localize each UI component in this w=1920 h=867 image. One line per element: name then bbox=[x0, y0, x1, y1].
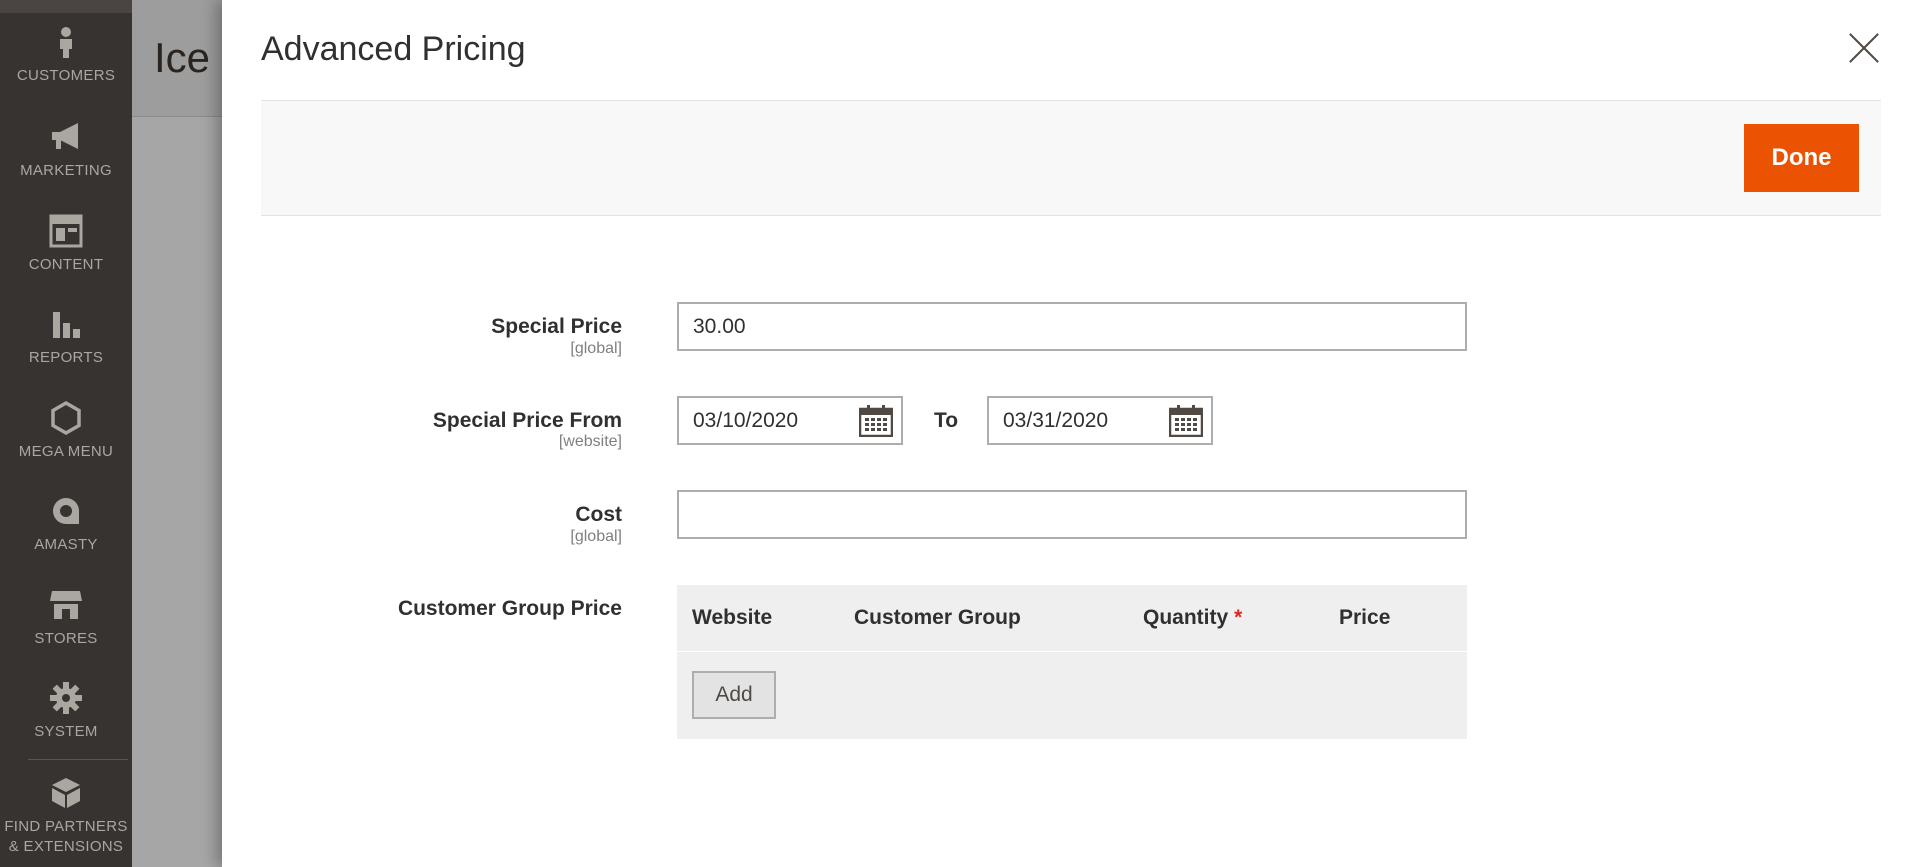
sidebar-item-reports[interactable]: REPORTS bbox=[0, 306, 132, 368]
column-header-customer-group: Customer Group bbox=[854, 606, 1021, 629]
customer-group-price-table: Website Customer Group Quantity * Price A… bbox=[677, 585, 1467, 739]
special-price-input[interactable] bbox=[677, 302, 1467, 351]
admin-sidebar: CUSTOMERS MARKETING CONTENT REPORTS MEGA… bbox=[0, 0, 132, 867]
modal-action-bar: Done bbox=[261, 100, 1881, 216]
sidebar-item-label: REPORTS bbox=[28, 349, 104, 366]
sidebar-item-customers[interactable]: CUSTOMERS bbox=[0, 24, 132, 86]
sidebar-item-stores[interactable]: STORES bbox=[0, 587, 132, 649]
special-price-from-scope: [website] bbox=[558, 433, 622, 450]
sidebar-divider bbox=[28, 759, 128, 760]
cost-label: Cost bbox=[575, 503, 622, 526]
special-price-from-date bbox=[677, 396, 903, 445]
sidebar-item-label: CONTENT bbox=[28, 256, 104, 273]
person-icon bbox=[60, 27, 72, 58]
cost-input[interactable] bbox=[677, 490, 1467, 539]
customer-group-price-label: Customer Group Price bbox=[397, 597, 622, 620]
gear-icon bbox=[50, 682, 82, 714]
calendar-icon[interactable] bbox=[1169, 405, 1203, 437]
special-price-scope: [global] bbox=[570, 340, 622, 357]
sidebar-item-find-partners[interactable]: FIND PARTNERS & EXTENSIONS bbox=[0, 775, 132, 857]
sidebar-item-label: CUSTOMERS bbox=[16, 67, 116, 84]
sidebar-item-system[interactable]: SYSTEM bbox=[0, 680, 132, 742]
advanced-pricing-modal: Advanced Pricing Done Special Price [glo… bbox=[222, 0, 1920, 867]
megaphone-icon bbox=[52, 123, 78, 149]
column-header-website: Website bbox=[692, 606, 773, 629]
required-marker: * bbox=[1234, 606, 1243, 629]
sidebar-item-marketing[interactable]: MARKETING bbox=[0, 119, 132, 181]
sidebar-item-label: MARKETING bbox=[20, 162, 112, 179]
sidebar-top-strip bbox=[0, 0, 132, 13]
layout-icon bbox=[49, 214, 83, 248]
done-button[interactable]: Done bbox=[1744, 124, 1859, 192]
date-to-label: To bbox=[934, 409, 959, 432]
special-price-from-input[interactable] bbox=[679, 398, 849, 443]
special-price-to-input[interactable] bbox=[989, 398, 1159, 443]
modal-overlay[interactable] bbox=[132, 0, 224, 867]
hexagon-icon bbox=[51, 400, 81, 436]
modal-title: Advanced Pricing bbox=[261, 30, 526, 68]
column-header-price: Price bbox=[1339, 606, 1391, 629]
special-price-from-label: Special Price From bbox=[432, 409, 622, 432]
storefront-icon bbox=[50, 591, 82, 619]
sidebar-item-label: MEGA MENU bbox=[18, 443, 114, 460]
special-price-to-date bbox=[987, 396, 1213, 445]
sidebar-item-label: STORES bbox=[34, 630, 98, 647]
bar-chart-icon bbox=[53, 312, 80, 338]
sidebar-item-mega-menu[interactable]: MEGA MENU bbox=[0, 400, 132, 462]
sidebar-item-amasty[interactable]: AMASTY bbox=[0, 493, 132, 555]
quantity-header-text: Quantity bbox=[1143, 606, 1229, 629]
sidebar-partners-line2: & EXTENSIONS bbox=[8, 838, 124, 855]
sidebar-partners-line1: FIND PARTNERS bbox=[4, 818, 128, 835]
calendar-icon[interactable] bbox=[859, 405, 893, 437]
cost-scope: [global] bbox=[570, 528, 622, 545]
table-header: Website Customer Group Quantity * Price bbox=[677, 585, 1467, 652]
special-price-label: Special Price bbox=[491, 315, 622, 338]
add-button[interactable]: Add bbox=[692, 671, 776, 719]
sidebar-item-label: SYSTEM bbox=[34, 723, 98, 740]
sidebar-item-label: AMASTY bbox=[34, 536, 98, 553]
amasty-logo-icon bbox=[53, 498, 79, 524]
column-header-quantity: Quantity * bbox=[1143, 606, 1242, 630]
blocks-icon bbox=[52, 778, 80, 808]
close-icon[interactable] bbox=[1844, 28, 1884, 68]
sidebar-item-content[interactable]: CONTENT bbox=[0, 213, 132, 275]
